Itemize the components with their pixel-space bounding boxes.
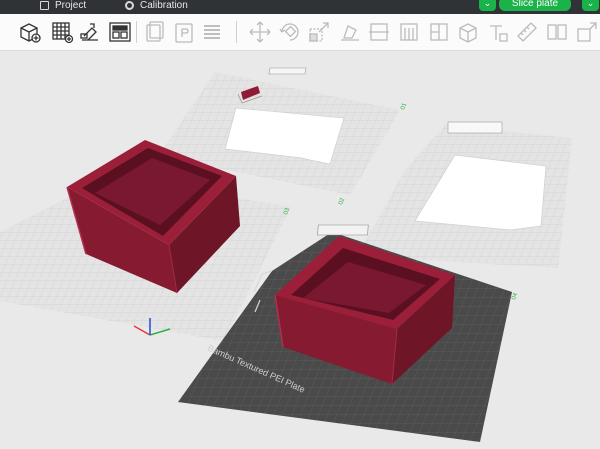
main-toolbar: [0, 14, 600, 51]
slice-plate-button[interactable]: Slice plate: [499, 0, 571, 11]
plate-number-2: 02: [338, 197, 346, 206]
print-options-dropdown[interactable]: ⌄: [582, 0, 599, 11]
copy-plate-icon[interactable]: [142, 20, 166, 44]
layers-icon[interactable]: [200, 20, 224, 44]
lay-on-face-icon[interactable]: [338, 20, 362, 44]
calibration-tab[interactable]: Calibration: [125, 0, 188, 12]
auto-orient-icon[interactable]: [78, 20, 102, 44]
rotate-icon[interactable]: [278, 20, 302, 44]
slice-options-dropdown[interactable]: ⌄: [479, 0, 496, 11]
project-icon: [40, 0, 49, 10]
plate-number-1: 01: [400, 102, 408, 111]
add-cube-icon[interactable]: [18, 20, 42, 44]
color-paint-icon[interactable]: [456, 20, 480, 44]
top-menu-bar: Project Calibration ⌄ Slice plate ⌄: [0, 0, 600, 14]
chevron-down-icon: ⌄: [586, 0, 595, 8]
text-icon[interactable]: [486, 20, 510, 44]
toolbar-divider: [136, 21, 137, 43]
chevron-down-icon: ⌄: [483, 0, 492, 8]
scale-icon[interactable]: [307, 20, 331, 44]
3d-viewport[interactable]: Bambu Textured PEI Plate 01 02 03 04: [0, 51, 600, 449]
cut-icon[interactable]: [367, 20, 391, 44]
seam-paint-icon[interactable]: [427, 20, 451, 44]
plate-layout-icon[interactable]: [108, 20, 132, 44]
grid-arrange-icon[interactable]: [50, 20, 74, 44]
plate-2[interactable]: [357, 121, 572, 268]
gear-icon: [125, 0, 134, 10]
plate-number-4: 04: [511, 292, 519, 301]
assembly-icon[interactable]: [575, 20, 599, 44]
project-label: Project: [55, 0, 87, 11]
calibration-label: Calibration: [140, 0, 188, 11]
paste-plate-icon[interactable]: [172, 20, 196, 44]
measure-icon[interactable]: [515, 20, 539, 44]
move-icon[interactable]: [248, 20, 272, 44]
split-icon[interactable]: [545, 20, 569, 44]
toolbar-divider: [236, 21, 237, 43]
support-paint-icon[interactable]: [397, 20, 421, 44]
project-tab[interactable]: Project: [40, 0, 86, 12]
